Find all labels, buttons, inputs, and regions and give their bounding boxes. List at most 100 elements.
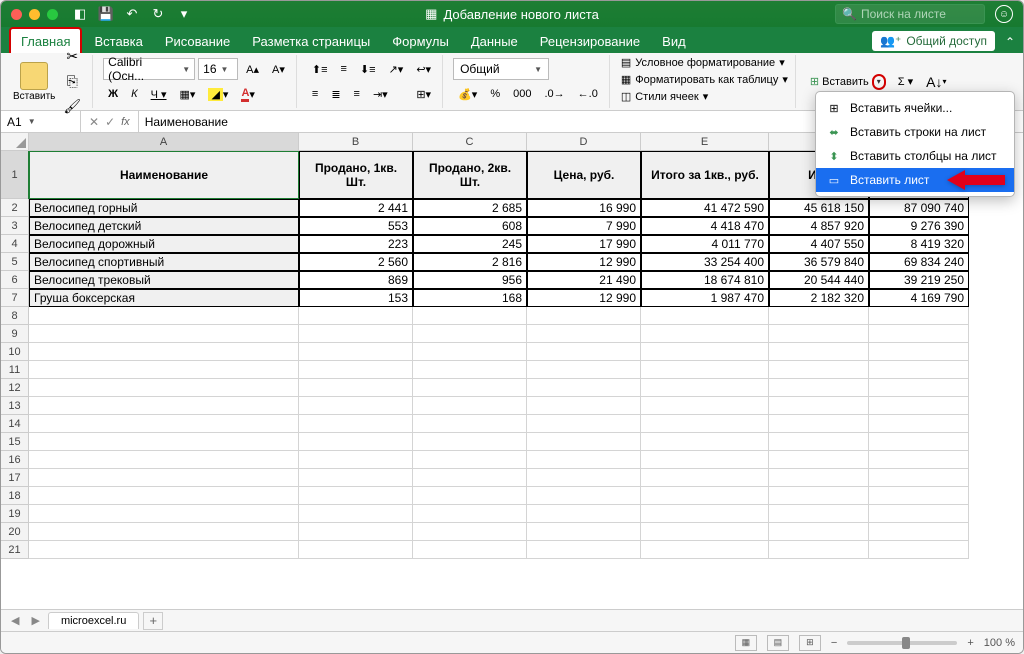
insert-cells-button[interactable]: ⊞ Вставить ▾ bbox=[806, 72, 890, 92]
tab-review[interactable]: Рецензирование bbox=[530, 29, 650, 53]
cell-A4[interactable]: Велосипед дорожный bbox=[29, 235, 299, 253]
cell void cC[interactable] bbox=[413, 505, 527, 523]
cell-F16[interactable] bbox=[769, 451, 869, 469]
cell-D7[interactable]: 12 990 bbox=[527, 289, 641, 307]
cell-A18[interactable] bbox=[29, 487, 299, 505]
row-header-15[interactable]: 15 bbox=[1, 433, 29, 451]
row-header-11[interactable]: 11 bbox=[1, 361, 29, 379]
cell-A10[interactable] bbox=[29, 343, 299, 361]
cell-F3[interactable]: 4 857 920 bbox=[769, 217, 869, 235]
cell-F12[interactable] bbox=[769, 379, 869, 397]
feedback-icon[interactable]: ☺ bbox=[995, 5, 1013, 23]
cell void cC[interactable] bbox=[413, 541, 527, 559]
cell-G10[interactable] bbox=[869, 343, 969, 361]
cell-C7[interactable]: 168 bbox=[413, 289, 527, 307]
comma-button[interactable]: 000 bbox=[508, 83, 536, 105]
cell-D8[interactable] bbox=[527, 307, 641, 325]
cell-E11[interactable] bbox=[641, 361, 769, 379]
col-header-B[interactable]: B bbox=[299, 133, 413, 151]
cell-E12[interactable] bbox=[641, 379, 769, 397]
orientation-button[interactable]: ↗▾ bbox=[384, 58, 409, 80]
enter-formula-button[interactable]: ✓ bbox=[105, 115, 115, 129]
cell-B8[interactable] bbox=[299, 307, 413, 325]
cell-F2[interactable]: 45 618 150 bbox=[769, 199, 869, 217]
cell-B12[interactable] bbox=[299, 379, 413, 397]
redo-icon[interactable]: ↻ bbox=[150, 6, 166, 22]
format-as-table-button[interactable]: ▦Форматировать как таблицу ▾ bbox=[620, 72, 789, 87]
cell-D16[interactable] bbox=[527, 451, 641, 469]
tab-page-layout[interactable]: Разметка страницы bbox=[242, 29, 380, 53]
minimize-window-button[interactable] bbox=[29, 9, 40, 20]
bold-button[interactable]: Ж bbox=[103, 83, 123, 105]
copy-button[interactable]: ⎘ bbox=[58, 71, 86, 93]
tab-formulas[interactable]: Формулы bbox=[382, 29, 459, 53]
spreadsheet-grid[interactable]: A B C D E F G 1 Наименование Продано, 1к… bbox=[1, 133, 1023, 609]
cell-A16[interactable] bbox=[29, 451, 299, 469]
cell-G7[interactable]: 4 169 790 bbox=[869, 289, 969, 307]
cell-F21[interactable] bbox=[769, 541, 869, 559]
cell-B13[interactable] bbox=[299, 397, 413, 415]
cell void cC[interactable] bbox=[413, 487, 527, 505]
row-header-3[interactable]: 3 bbox=[1, 217, 29, 235]
cell-styles-button[interactable]: ◫Стили ячеек ▾ bbox=[620, 89, 709, 104]
cell void cC[interactable] bbox=[413, 415, 527, 433]
tab-insert[interactable]: Вставка bbox=[84, 29, 152, 53]
percent-button[interactable]: % bbox=[485, 83, 505, 105]
row-header-1[interactable]: 1 bbox=[1, 151, 29, 199]
menu-insert-cells[interactable]: ⊞Вставить ячейки... bbox=[816, 96, 1014, 120]
cell-A2[interactable]: Велосипед горный bbox=[29, 199, 299, 217]
align-bottom-button[interactable]: ⬇≡ bbox=[355, 58, 381, 80]
cell-F11[interactable] bbox=[769, 361, 869, 379]
cell-C3[interactable]: 608 bbox=[413, 217, 527, 235]
cell-E5[interactable]: 33 254 400 bbox=[641, 253, 769, 271]
zoom-slider[interactable] bbox=[847, 641, 957, 645]
cell void cC[interactable] bbox=[413, 343, 527, 361]
zoom-level[interactable]: 100 % bbox=[984, 637, 1015, 649]
cell-D9[interactable] bbox=[527, 325, 641, 343]
zoom-out-button[interactable]: − bbox=[831, 637, 837, 649]
cell-B11[interactable] bbox=[299, 361, 413, 379]
cell-F7[interactable]: 2 182 320 bbox=[769, 289, 869, 307]
row-header-16[interactable]: 16 bbox=[1, 451, 29, 469]
cell-E8[interactable] bbox=[641, 307, 769, 325]
page-layout-view-button[interactable]: ▤ bbox=[767, 635, 789, 651]
font-size-dropdown[interactable]: 16▼ bbox=[198, 58, 238, 80]
row-header-21[interactable]: 21 bbox=[1, 541, 29, 559]
add-sheet-button[interactable]: + bbox=[143, 612, 163, 630]
cell-B21[interactable] bbox=[299, 541, 413, 559]
cell-D3[interactable]: 7 990 bbox=[527, 217, 641, 235]
cell-A11[interactable] bbox=[29, 361, 299, 379]
cell-A15[interactable] bbox=[29, 433, 299, 451]
align-left-button[interactable]: ≡ bbox=[307, 83, 323, 105]
cell-C1[interactable]: Продано, 2кв. Шт. bbox=[413, 151, 527, 199]
conditional-formatting-button[interactable]: ▤Условное форматирование ▾ bbox=[620, 55, 786, 70]
cell-F17[interactable] bbox=[769, 469, 869, 487]
sheet-nav-next[interactable]: ▶ bbox=[27, 614, 43, 627]
underline-button[interactable]: Ч ▾ bbox=[146, 83, 172, 105]
cell-B15[interactable] bbox=[299, 433, 413, 451]
cell-C6[interactable]: 956 bbox=[413, 271, 527, 289]
row-header-6[interactable]: 6 bbox=[1, 271, 29, 289]
cell-E4[interactable]: 4 011 770 bbox=[641, 235, 769, 253]
align-right-button[interactable]: ≡ bbox=[349, 83, 365, 105]
cell-E3[interactable]: 4 418 470 bbox=[641, 217, 769, 235]
cell-B17[interactable] bbox=[299, 469, 413, 487]
cell-G21[interactable] bbox=[869, 541, 969, 559]
cell-F18[interactable] bbox=[769, 487, 869, 505]
font-color-button[interactable]: А▾ bbox=[236, 83, 259, 105]
row-header-19[interactable]: 19 bbox=[1, 505, 29, 523]
row-header-13[interactable]: 13 bbox=[1, 397, 29, 415]
cell-D11[interactable] bbox=[527, 361, 641, 379]
cell-A6[interactable]: Велосипед трековый bbox=[29, 271, 299, 289]
row-header-4[interactable]: 4 bbox=[1, 235, 29, 253]
close-window-button[interactable] bbox=[11, 9, 22, 20]
cell-B9[interactable] bbox=[299, 325, 413, 343]
cell-E9[interactable] bbox=[641, 325, 769, 343]
cell void cC[interactable] bbox=[413, 451, 527, 469]
cell-G6[interactable]: 39 219 250 bbox=[869, 271, 969, 289]
row-header-17[interactable]: 17 bbox=[1, 469, 29, 487]
cell-G5[interactable]: 69 834 240 bbox=[869, 253, 969, 271]
font-family-dropdown[interactable]: Calibri (Осн...▼ bbox=[103, 58, 195, 80]
cell-B10[interactable] bbox=[299, 343, 413, 361]
autosum-button[interactable]: Σ ▾ bbox=[893, 71, 918, 93]
